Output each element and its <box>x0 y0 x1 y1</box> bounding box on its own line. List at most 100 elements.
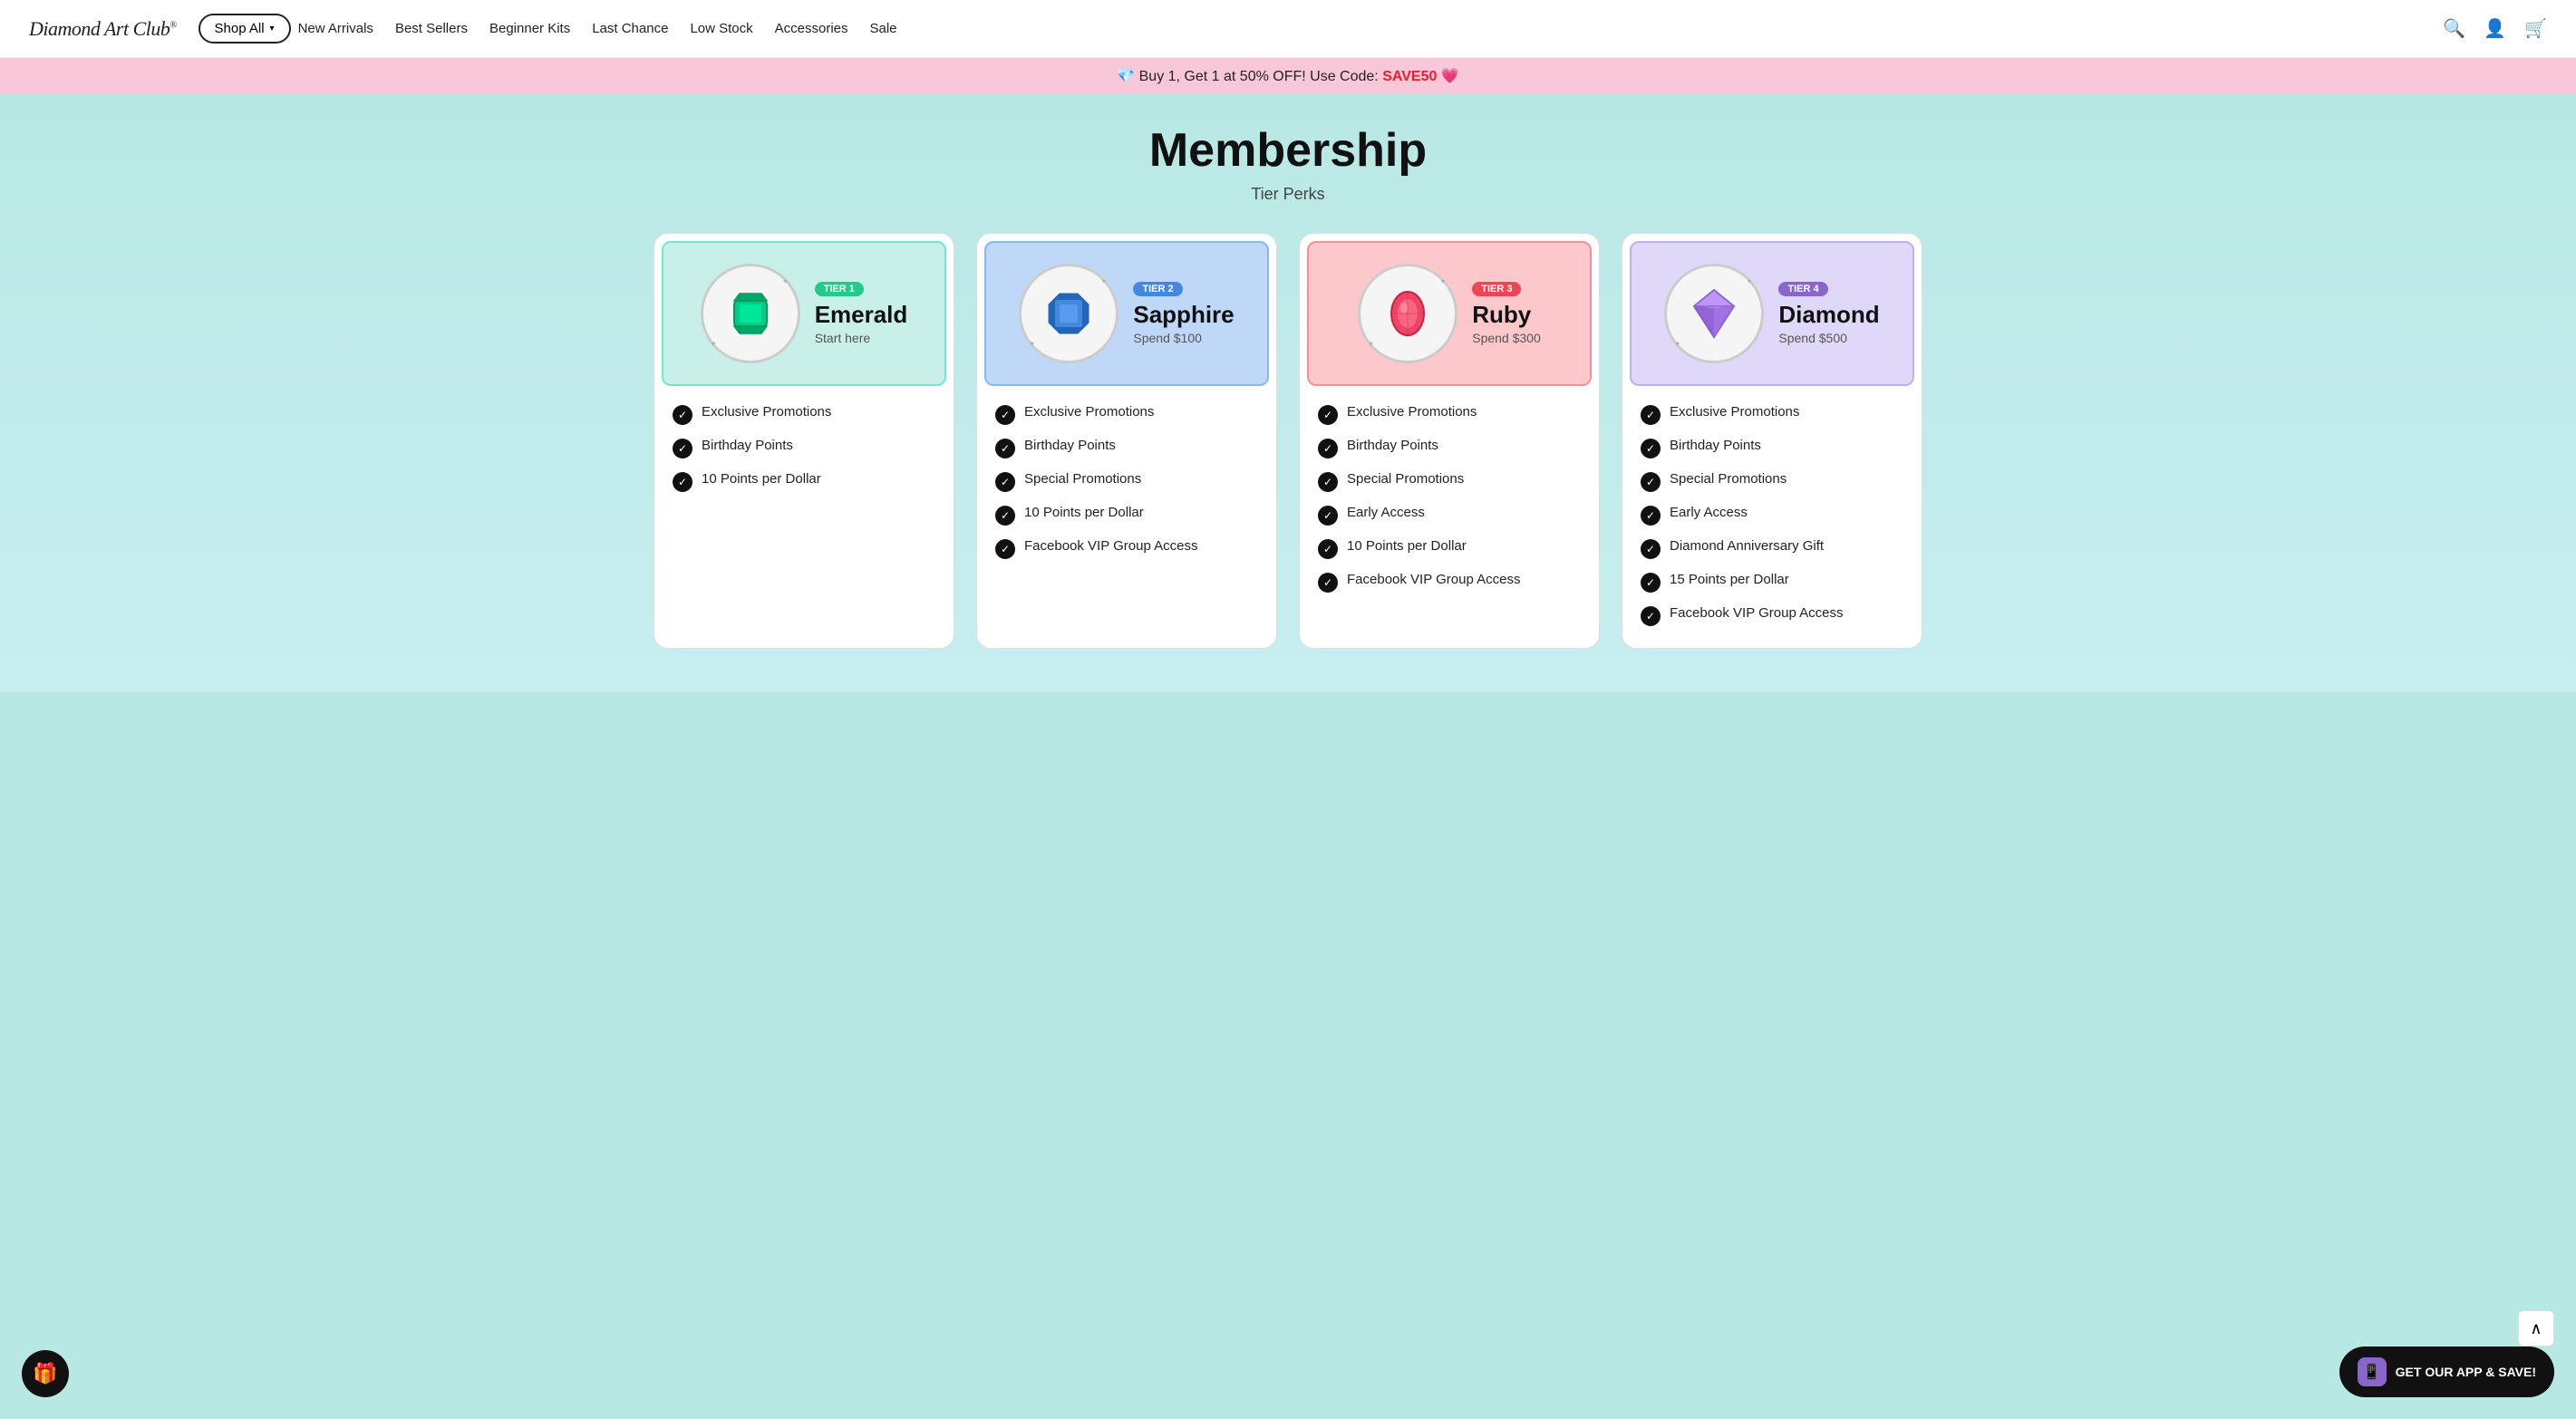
sapphire-perks-list: ✓ Exclusive Promotions ✓ Birthday Points… <box>977 386 1276 581</box>
tier-card-emerald: TIER 1 Emerald Start here ✓ Exclusive Pr… <box>654 233 954 649</box>
tier-header-sapphire: TIER 2 Sapphire Spend $100 <box>984 241 1269 386</box>
list-item: ✓ Special Promotions <box>1318 471 1581 492</box>
diamond-perks-list: ✓ Exclusive Promotions ✓ Birthday Points… <box>1622 386 1922 648</box>
list-item: ✓ Early Access <box>1641 505 1903 526</box>
emerald-gem-circle <box>701 264 800 363</box>
ruby-perks-list: ✓ Exclusive Promotions ✓ Birthday Points… <box>1300 386 1599 614</box>
emerald-badge: TIER 1 <box>815 282 864 296</box>
account-icon[interactable]: 👤 <box>2484 17 2506 40</box>
check-icon: ✓ <box>1641 606 1661 626</box>
sapphire-tier-info: TIER 2 Sapphire Spend $100 <box>1133 282 1234 346</box>
list-item: ✓ Facebook VIP Group Access <box>995 538 1258 559</box>
list-item: ✓ Diamond Anniversary Gift <box>1641 538 1903 559</box>
list-item: ✓ Birthday Points <box>673 438 935 459</box>
ruby-gem-circle <box>1358 264 1457 363</box>
sapphire-name: Sapphire <box>1133 302 1234 328</box>
check-icon: ✓ <box>1318 539 1338 559</box>
list-item: ✓ Exclusive Promotions <box>1318 404 1581 425</box>
tiers-grid: TIER 1 Emerald Start here ✓ Exclusive Pr… <box>654 233 1922 649</box>
diamond-gem-svg <box>1685 285 1743 343</box>
list-item: ✓ Birthday Points <box>1318 438 1581 459</box>
check-icon: ✓ <box>995 405 1015 425</box>
check-icon: ✓ <box>1641 405 1661 425</box>
navbar: Diamond Art Club® Shop All ▾ New Arrival… <box>0 0 2576 58</box>
emerald-spend: Start here <box>815 331 908 345</box>
nav-link-beginner-kits[interactable]: Beginner Kits <box>489 21 570 36</box>
search-icon[interactable]: 🔍 <box>2443 17 2465 40</box>
list-item: ✓ Birthday Points <box>1641 438 1903 459</box>
diamond-gem-circle <box>1664 264 1764 363</box>
emerald-name: Emerald <box>815 302 908 328</box>
list-item: ✓ 10 Points per Dollar <box>995 505 1258 526</box>
emerald-tier-info: TIER 1 Emerald Start here <box>815 282 908 346</box>
list-item: ✓ Facebook VIP Group Access <box>1318 572 1581 593</box>
list-item: ✓ Early Access <box>1318 505 1581 526</box>
gift-button[interactable]: 🎁 <box>22 1350 69 1397</box>
diamond-tier-info: TIER 4 Diamond Spend $500 <box>1778 282 1879 346</box>
emerald-gem-svg <box>721 285 780 343</box>
nav-link-sale[interactable]: Sale <box>870 21 897 36</box>
app-banner-label: GET OUR APP & SAVE! <box>2396 1365 2536 1379</box>
list-item: ✓ 10 Points per Dollar <box>1318 538 1581 559</box>
nav-link-best-sellers[interactable]: Best Sellers <box>395 21 468 36</box>
tier-card-diamond: TIER 4 Diamond Spend $500 ✓ Exclusive Pr… <box>1622 233 1922 649</box>
promo-code: SAVE50 <box>1382 69 1437 84</box>
tier-card-ruby: TIER 3 Ruby Spend $300 ✓ Exclusive Promo… <box>1299 233 1600 649</box>
app-banner[interactable]: 📱 GET OUR APP & SAVE! <box>2339 1347 2554 1397</box>
check-icon: ✓ <box>995 506 1015 526</box>
brand-name: Diamond Art Club <box>29 17 169 40</box>
list-item: ✓ Birthday Points <box>995 438 1258 459</box>
ruby-gem-svg <box>1379 285 1437 343</box>
sapphire-gem-circle <box>1019 264 1119 363</box>
check-icon: ✓ <box>1641 506 1661 526</box>
list-item: ✓ Exclusive Promotions <box>995 404 1258 425</box>
ruby-spend: Spend $300 <box>1472 331 1541 345</box>
check-icon: ✓ <box>673 472 692 492</box>
check-icon: ✓ <box>1318 573 1338 593</box>
chevron-down-icon: ▾ <box>270 24 275 34</box>
sapphire-badge: TIER 2 <box>1133 282 1182 296</box>
check-icon: ✓ <box>995 472 1015 492</box>
page-subtitle: Tier Perks <box>44 185 2532 204</box>
shop-all-button[interactable]: Shop All ▾ <box>199 14 291 43</box>
list-item: ✓ Special Promotions <box>1641 471 1903 492</box>
nav-link-new-arrivals[interactable]: New Arrivals <box>298 21 373 36</box>
tier-header-ruby: TIER 3 Ruby Spend $300 <box>1307 241 1592 386</box>
ruby-name: Ruby <box>1472 302 1541 328</box>
check-icon: ✓ <box>1641 573 1661 593</box>
cart-icon[interactable]: 🛒 <box>2524 17 2547 40</box>
nav-links: New Arrivals Best Sellers Beginner Kits … <box>298 21 2444 36</box>
scroll-top-button[interactable]: ∧ <box>2518 1310 2554 1347</box>
list-item: ✓ Exclusive Promotions <box>673 404 935 425</box>
main-content: Membership Tier Perks <box>0 94 2576 692</box>
tier-header-diamond: TIER 4 Diamond Spend $500 <box>1630 241 1914 386</box>
list-item: ✓ 10 Points per Dollar <box>673 471 935 492</box>
nav-link-low-stock[interactable]: Low Stock <box>690 21 752 36</box>
list-item: ✓ Facebook VIP Group Access <box>1641 605 1903 626</box>
nav-icons: 🔍 👤 🛒 <box>2443 17 2547 40</box>
ruby-badge: TIER 3 <box>1472 282 1521 296</box>
check-icon: ✓ <box>1641 539 1661 559</box>
brand-logo[interactable]: Diamond Art Club® <box>29 17 177 41</box>
page-title: Membership <box>44 123 2532 178</box>
nav-link-accessories[interactable]: Accessories <box>775 21 848 36</box>
check-icon: ✓ <box>1318 405 1338 425</box>
check-icon: ✓ <box>1318 472 1338 492</box>
list-item: ✓ 15 Points per Dollar <box>1641 572 1903 593</box>
list-item: ✓ Special Promotions <box>995 471 1258 492</box>
sapphire-gem-svg <box>1040 285 1098 343</box>
diamond-name: Diamond <box>1778 302 1879 328</box>
app-banner-icon: 📱 <box>2358 1357 2387 1386</box>
promo-banner: 💎 Buy 1, Get 1 at 50% OFF! Use Code: SAV… <box>0 58 2576 94</box>
ruby-tier-info: TIER 3 Ruby Spend $300 <box>1472 282 1541 346</box>
nav-link-last-chance[interactable]: Last Chance <box>592 21 668 36</box>
check-icon: ✓ <box>673 439 692 459</box>
emerald-perks-list: ✓ Exclusive Promotions ✓ Birthday Points… <box>654 386 954 514</box>
check-icon: ✓ <box>1318 439 1338 459</box>
check-icon: ✓ <box>995 539 1015 559</box>
check-icon: ✓ <box>673 405 692 425</box>
tier-card-sapphire: TIER 2 Sapphire Spend $100 ✓ Exclusive P… <box>976 233 1277 649</box>
sapphire-spend: Spend $100 <box>1133 331 1234 345</box>
check-icon: ✓ <box>995 439 1015 459</box>
check-icon: ✓ <box>1318 506 1338 526</box>
